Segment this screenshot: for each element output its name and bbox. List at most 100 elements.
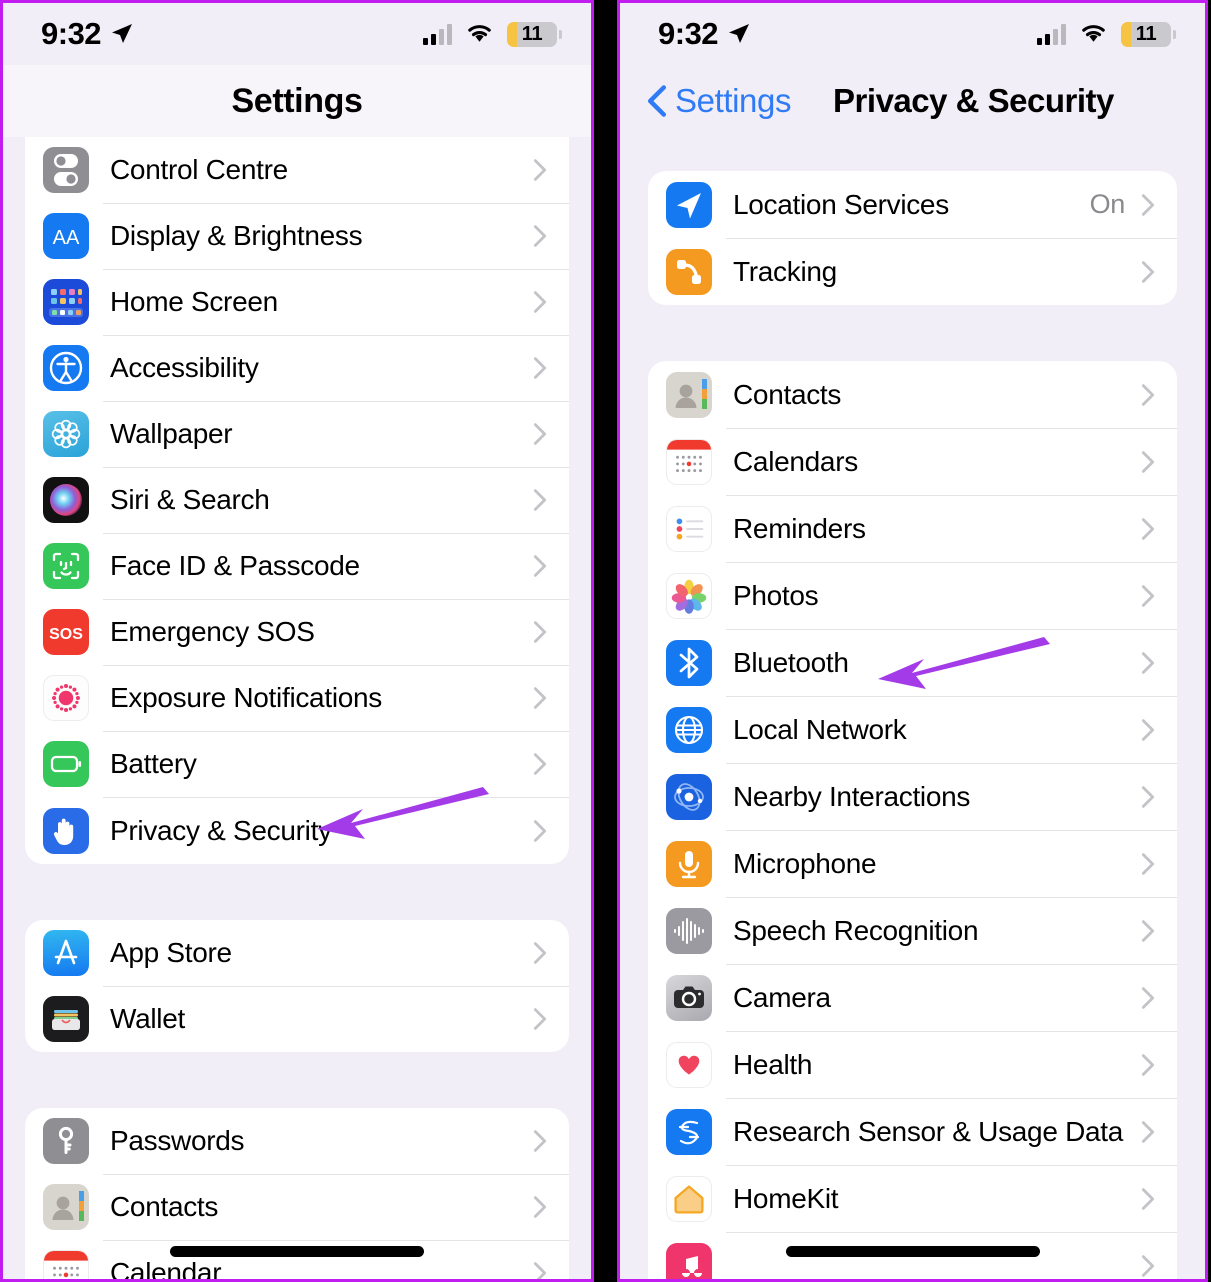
chevron-right-icon: [1141, 1187, 1155, 1210]
chevron-right-icon: [533, 489, 547, 511]
privacy-row-location-services[interactable]: Location Services On: [648, 171, 1177, 238]
row-label: Face ID & Passcode: [110, 550, 360, 581]
settings-row-exposure-notifications[interactable]: Exposure Notifications: [25, 665, 569, 731]
row-label: App Store: [110, 937, 232, 968]
settings-row-wallpaper[interactable]: Wallpaper: [25, 401, 569, 467]
tracking-icon: [666, 248, 712, 295]
privacy-row-photos[interactable]: Photos: [648, 562, 1177, 629]
settings-row-battery[interactable]: Battery: [25, 731, 569, 797]
speech-recognition-icon: [666, 907, 712, 954]
privacy-row-tracking[interactable]: Tracking: [648, 238, 1177, 305]
photos-icon: [666, 572, 712, 619]
chevron-right-icon: [533, 225, 547, 247]
exposure-notifications-icon: [43, 675, 89, 721]
settings-row-siri-search[interactable]: Siri & Search: [25, 467, 569, 533]
settings-row-control-centre[interactable]: Control Centre: [25, 137, 569, 203]
row-label: Battery: [110, 748, 197, 779]
row-label: Microphone: [733, 847, 877, 879]
home-screen-icon: [43, 279, 89, 325]
row-label: Privacy & Security: [110, 814, 332, 846]
settings-row-app-store[interactable]: App Store: [25, 920, 569, 986]
face-id-icon: [43, 543, 89, 589]
row-label: Emergency SOS: [110, 616, 315, 647]
status-time: 9:32: [658, 16, 719, 51]
chevron-right-icon: [1141, 651, 1155, 674]
reminders-icon: [666, 505, 712, 552]
privacy-row-research-sensor-usage-data[interactable]: Research Sensor & Usage Data: [648, 1098, 1177, 1165]
chevron-right-icon: [1141, 383, 1155, 406]
chevron-right-icon: [1141, 986, 1155, 1009]
dual-phone-screenshot: 9:32 11 Settings Control Centre AA Displ…: [0, 0, 1211, 1282]
settings-row-face-id[interactable]: Face ID & Passcode: [25, 533, 569, 599]
settings-row-passwords[interactable]: Passwords: [25, 1108, 569, 1174]
privacy-row-partial[interactable]: [648, 1232, 1177, 1279]
chevron-right-icon: [1141, 852, 1155, 875]
chevron-right-icon: [533, 1008, 547, 1030]
privacy-row-calendars[interactable]: Calendars: [648, 428, 1177, 495]
settings-row-display-brightness[interactable]: AA Display & Brightness: [25, 203, 569, 269]
wallpaper-icon: [43, 411, 89, 457]
local-network-icon: [666, 706, 712, 753]
location-services-icon: [666, 181, 712, 228]
row-label: Speech Recognition: [733, 914, 979, 946]
right-phone-screen: 9:32 11 Settings Privacy & Security Loca…: [617, 0, 1208, 1282]
settings-row-privacy-security[interactable]: Privacy & Security: [25, 797, 569, 864]
privacy-row-microphone[interactable]: Microphone: [648, 830, 1177, 897]
right-nav-bar: Settings Privacy & Security: [620, 65, 1205, 137]
battery-indicator: 11: [1121, 21, 1176, 47]
back-button-label: Settings: [675, 82, 792, 119]
row-label: Reminders: [733, 512, 866, 544]
location-arrow-icon: [729, 24, 750, 43]
privacy-row-homekit[interactable]: HomeKit: [648, 1165, 1177, 1232]
battery-icon: [43, 741, 89, 787]
settings-row-accessibility[interactable]: Accessibility: [25, 335, 569, 401]
left-status-bar: 9:32 11: [3, 3, 591, 65]
left-settings-list: Control Centre AA Display & Brightness H…: [3, 137, 591, 1279]
privacy-row-contacts[interactable]: Contacts: [648, 361, 1177, 428]
settings-row-emergency-sos[interactable]: SOS Emergency SOS: [25, 599, 569, 665]
settings-row-home-screen[interactable]: Home Screen: [25, 269, 569, 335]
location-arrow-icon: [112, 24, 133, 43]
left-nav-bar: Settings: [3, 65, 591, 137]
row-label: Camera: [733, 981, 831, 1013]
privacy-row-nearby-interactions[interactable]: Nearby Interactions: [648, 763, 1177, 830]
privacy-row-speech-recognition[interactable]: Speech Recognition: [648, 897, 1177, 964]
privacy-row-camera[interactable]: Camera: [648, 964, 1177, 1031]
row-label: Display & Brightness: [110, 220, 363, 251]
chevron-right-icon: [533, 159, 547, 181]
row-label: Location Services: [733, 188, 949, 220]
row-label: HomeKit: [733, 1182, 839, 1214]
siri-icon: [43, 477, 89, 523]
settings-row-contacts[interactable]: Contacts: [25, 1174, 569, 1240]
cellular-bars-icon: [1037, 23, 1066, 45]
home-indicator: [785, 1246, 1040, 1257]
row-label: Research Sensor & Usage Data: [733, 1115, 1124, 1147]
calendars-icon: [666, 438, 712, 485]
chevron-right-icon: [1141, 785, 1155, 808]
row-label: Nearby Interactions: [733, 780, 971, 812]
row-label: Passwords: [110, 1125, 245, 1156]
battery-level: 11: [521, 22, 543, 45]
chevron-right-icon: [1141, 1053, 1155, 1076]
chevron-right-icon: [1141, 1254, 1155, 1277]
row-label: Wallpaper: [110, 418, 233, 449]
row-label: Photos: [733, 579, 819, 611]
privacy-row-health[interactable]: Health: [648, 1031, 1177, 1098]
page-title: Settings: [231, 81, 363, 120]
chevron-right-icon: [533, 357, 547, 379]
battery-level: 11: [1135, 22, 1157, 45]
row-label: Local Network: [733, 713, 907, 745]
chevron-right-icon: [533, 819, 547, 842]
privacy-row-bluetooth[interactable]: Bluetooth: [648, 629, 1177, 696]
camera-icon: [666, 974, 712, 1021]
settings-row-wallet[interactable]: Wallet: [25, 986, 569, 1052]
back-button[interactable]: Settings: [646, 82, 791, 120]
chevron-right-icon: [533, 753, 547, 775]
chevron-right-icon: [1141, 517, 1155, 540]
left-phone-screen: 9:32 11 Settings Control Centre AA Displ…: [0, 0, 594, 1282]
chevron-right-icon: [1141, 1120, 1155, 1143]
control-centre-icon: [43, 147, 89, 193]
row-label: Control Centre: [110, 154, 288, 185]
privacy-row-reminders[interactable]: Reminders: [648, 495, 1177, 562]
privacy-row-local-network[interactable]: Local Network: [648, 696, 1177, 763]
